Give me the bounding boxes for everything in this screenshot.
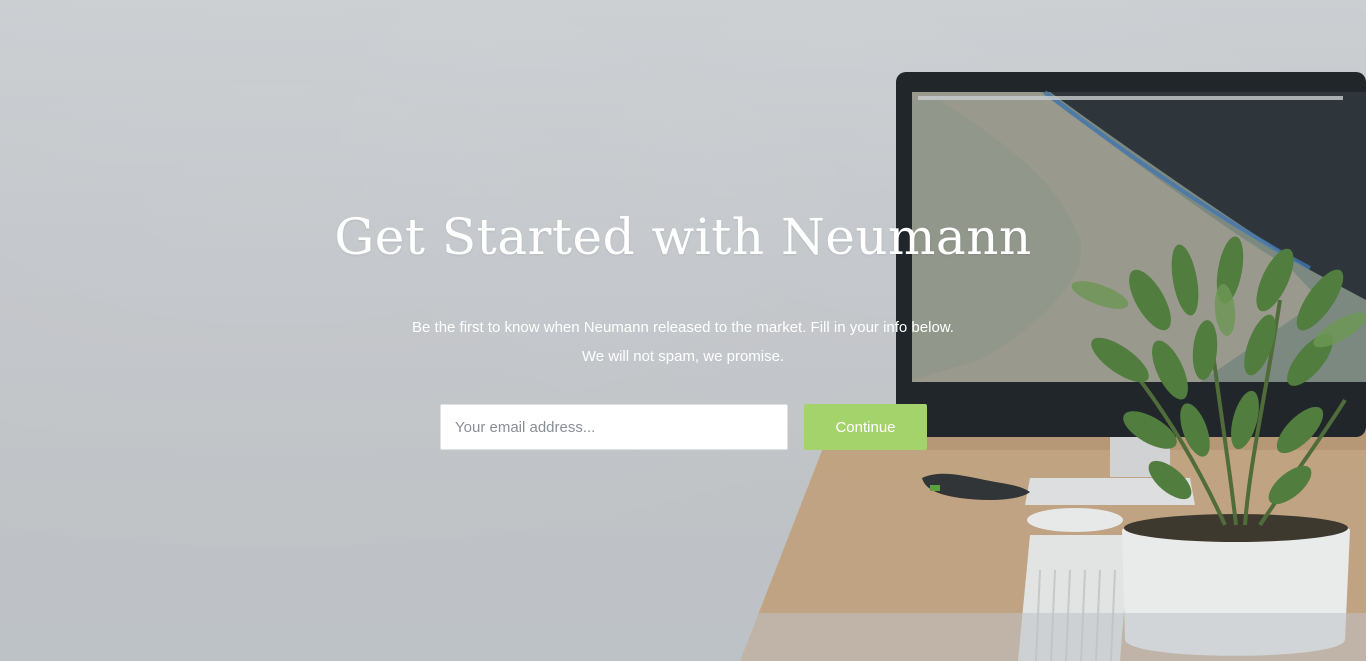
- email-input[interactable]: [440, 404, 788, 450]
- hero-subtitle-line-2: We will not spam, we promise.: [581, 348, 785, 365]
- next-section-edge: [0, 613, 1366, 661]
- signup-form: Continue: [440, 404, 927, 450]
- page-title: Get Started with Neumann: [334, 208, 1032, 266]
- landing-page: Get Started with Neumann Be the first to…: [0, 0, 1366, 661]
- continue-button[interactable]: Continue: [804, 404, 927, 450]
- hero-section: Get Started with Neumann Be the first to…: [0, 0, 1366, 613]
- hero-subtitle-line-1: Be the first to know when Neumann releas…: [412, 319, 954, 336]
- hero-subtitle: Be the first to know when Neumann releas…: [0, 313, 1366, 371]
